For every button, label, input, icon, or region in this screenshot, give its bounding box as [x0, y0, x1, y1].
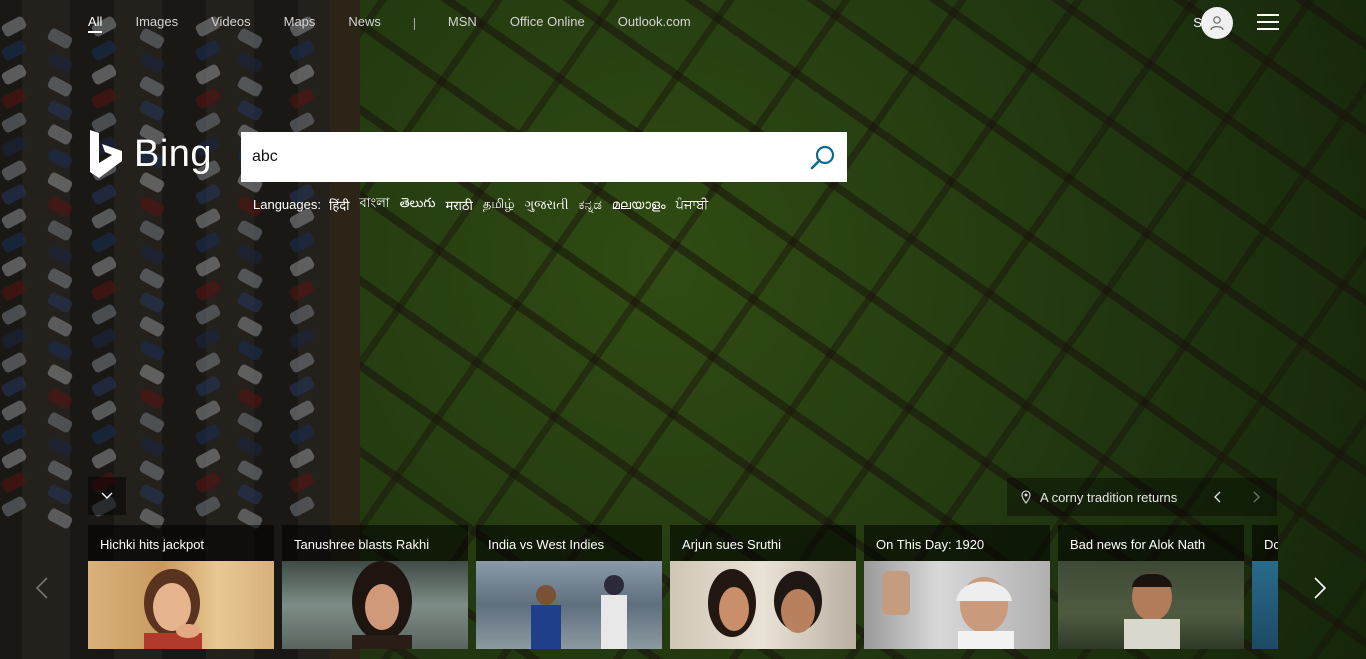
nav-images[interactable]: Images — [135, 14, 178, 33]
news-card-title: On This Day: 1920 — [876, 537, 985, 552]
languages-bar: Languages: हिंदी বাংলা తెలుగు मराठी தமிழ… — [253, 194, 718, 215]
news-card-title: Arjun sues Sruthi — [682, 537, 781, 552]
image-caption[interactable]: A corny tradition returns — [1007, 478, 1277, 516]
search-icon — [810, 145, 835, 170]
news-card[interactable]: Dc — [1252, 525, 1278, 649]
news-card-thumbnail — [1252, 561, 1278, 649]
hamburger-icon — [1257, 14, 1279, 16]
user-avatar[interactable] — [1201, 7, 1233, 39]
news-card[interactable]: India vs West Indies — [476, 525, 662, 649]
nav-videos[interactable]: Videos — [211, 14, 251, 33]
language-link-hindi[interactable]: हिंदी — [329, 196, 350, 214]
news-card-title: Dc — [1264, 537, 1278, 552]
news-card-thumbnail — [88, 561, 274, 649]
previous-image-button[interactable] — [1207, 487, 1227, 507]
news-card-thumbnail — [282, 561, 468, 649]
language-link-gujarati[interactable]: ગુજરાતી — [525, 197, 569, 213]
bing-logo[interactable]: Bing — [88, 128, 212, 180]
chevron-left-icon — [1214, 491, 1221, 503]
nav-office-online[interactable]: Office Online — [510, 14, 585, 33]
hamburger-menu-button[interactable] — [1257, 14, 1279, 30]
top-navigation: All Images Videos Maps News MSN Office O… — [88, 14, 724, 33]
news-card-title: Hichki hits jackpot — [100, 537, 205, 552]
language-link-telugu[interactable]: తెలుగు — [400, 195, 436, 214]
nav-outlook[interactable]: Outlook.com — [618, 14, 691, 33]
search-button[interactable] — [809, 144, 837, 172]
chevron-left-icon — [36, 577, 48, 599]
news-card[interactable]: Hichki hits jackpot — [88, 525, 274, 649]
nav-divider — [413, 17, 415, 30]
image-caption-text: A corny tradition returns — [1040, 489, 1178, 505]
nav-news[interactable]: News — [348, 14, 381, 33]
news-card-thumbnail — [864, 561, 1050, 649]
chevron-right-icon — [1253, 491, 1260, 503]
news-card-title: Bad news for Alok Nath — [1070, 537, 1206, 552]
news-card[interactable]: On This Day: 1920 — [864, 525, 1050, 649]
next-image-button[interactable] — [1247, 487, 1267, 507]
nav-msn[interactable]: MSN — [448, 14, 477, 33]
language-link-punjabi[interactable]: ਪੰਜਾਬੀ — [676, 197, 709, 213]
news-card-thumbnail — [476, 561, 662, 649]
user-icon — [1210, 16, 1224, 31]
language-link-malayalam[interactable]: മലയാളം — [612, 197, 666, 213]
news-card-thumbnail — [1058, 561, 1244, 649]
news-card[interactable]: Tanushree blasts Rakhi — [282, 525, 468, 649]
carousel-prev-button[interactable] — [30, 573, 54, 603]
carousel-next-button[interactable] — [1308, 573, 1332, 603]
news-carousel: Hichki hits jackpot Tanushree blasts Rak… — [88, 525, 1278, 649]
language-link-tamil[interactable]: தமிழ் — [483, 196, 515, 213]
languages-label: Languages: — [253, 197, 321, 212]
location-pin-icon — [1021, 490, 1031, 504]
news-card[interactable]: Bad news for Alok Nath — [1058, 525, 1244, 649]
news-card-thumbnail — [670, 561, 856, 649]
collapse-news-button[interactable] — [88, 477, 126, 515]
search-box — [241, 132, 847, 182]
news-card-title: Tanushree blasts Rakhi — [294, 537, 430, 552]
chevron-right-icon — [1314, 577, 1326, 599]
nav-all[interactable]: All — [88, 14, 103, 33]
chevron-down-icon — [101, 492, 113, 499]
news-card[interactable]: Arjun sues Sruthi — [670, 525, 856, 649]
news-card-title: India vs West Indies — [488, 537, 605, 552]
language-link-kannada[interactable]: ಕನ್ನಡ — [579, 197, 602, 213]
language-link-marathi[interactable]: मराठी — [445, 196, 472, 214]
bing-logo-text: Bing — [134, 132, 213, 175]
bing-logo-icon — [90, 130, 122, 178]
nav-maps[interactable]: Maps — [284, 14, 316, 33]
language-link-bengali[interactable]: বাংলা — [360, 194, 390, 215]
search-input[interactable] — [241, 132, 802, 182]
